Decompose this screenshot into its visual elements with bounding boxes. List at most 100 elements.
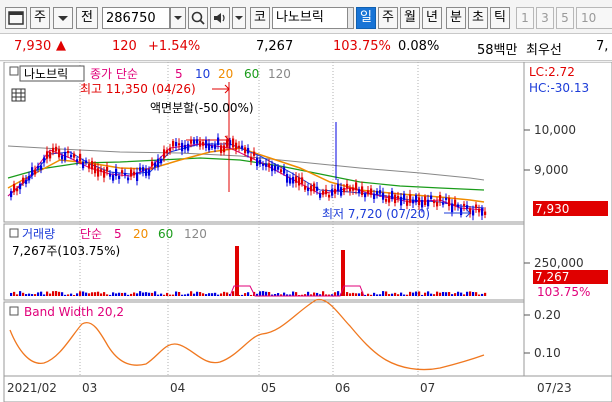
candle-body (310, 185, 313, 192)
candle-body (220, 145, 223, 153)
market-button[interactable]: 코 (250, 7, 270, 29)
panel-collapse-icon[interactable] (9, 306, 19, 316)
tab-minute[interactable]: 분 (446, 7, 466, 29)
volume-bar (475, 292, 478, 296)
candle-body (439, 195, 442, 202)
volume-bar (352, 292, 355, 296)
candle-body (172, 141, 175, 147)
sound-button[interactable] (210, 7, 230, 29)
volume-bar (484, 292, 487, 296)
candle-body (67, 150, 70, 154)
candle-body (349, 188, 352, 192)
candle-body (274, 165, 277, 171)
candle-body (232, 138, 235, 148)
volume-spike-bar (235, 246, 239, 296)
candle-body (181, 142, 184, 152)
candle-body (70, 154, 73, 158)
period-button[interactable]: 주 (30, 7, 50, 29)
price-tick-9000: 9,000 (534, 163, 568, 177)
tab-daily[interactable]: 일 (356, 7, 376, 29)
volume-bar (193, 293, 196, 296)
candle-body (478, 208, 481, 213)
volume-bar (232, 291, 235, 296)
price-tick-10000: 10,000 (534, 123, 576, 137)
volume-bar (334, 292, 337, 296)
volume-tick-250000: 250,000 (534, 256, 584, 270)
candle-body (373, 193, 376, 199)
candle-body (10, 191, 13, 198)
sound-dropdown-button[interactable] (232, 7, 246, 29)
search-button[interactable] (188, 7, 208, 29)
current-price-tag-text: 7,930 (535, 202, 569, 216)
panel-collapse-icon[interactable] (9, 66, 19, 76)
bandwidth-tick-020: 0.20 (534, 308, 561, 322)
volume-bar (403, 294, 406, 296)
volume-bar (43, 294, 46, 296)
minute-option-10[interactable]: 10 (576, 7, 612, 29)
minute-option-5[interactable]: 5 (556, 7, 574, 29)
volume-bar (220, 293, 223, 296)
volume-bar (205, 294, 208, 296)
volume-ma-label: 단순 (80, 227, 102, 241)
code-dropdown-button[interactable] (170, 7, 186, 29)
quote-row: 7,930 ▲ 120 +1.54% 7,267 103.75% 0.08% 5… (0, 34, 612, 61)
volume-bar (457, 291, 460, 296)
volume-bar (55, 291, 58, 296)
candle-body (202, 141, 205, 146)
tab-tick[interactable]: 틱 (490, 7, 510, 29)
tab-weekly[interactable]: 주 (378, 7, 398, 29)
volume-bar (40, 291, 43, 296)
volume-bar (376, 294, 379, 296)
volume-bar (49, 293, 52, 296)
chart-area[interactable]: 나노브릭 종가 단순 5 10 20 60 120 최고 11,350 (04/… (0, 61, 612, 402)
candle-body (295, 176, 298, 183)
volume-bar (142, 292, 145, 296)
volume-bar (187, 293, 190, 296)
tab-monthly[interactable]: 월 (400, 7, 420, 29)
stock-code-input[interactable] (102, 7, 170, 29)
candle-body (163, 149, 166, 159)
window-icon[interactable] (5, 7, 27, 29)
volume-bar (214, 292, 217, 296)
candle-body (463, 203, 466, 207)
candle-body (133, 171, 136, 176)
volume-bar (349, 293, 352, 296)
candle-body (196, 139, 199, 144)
candle-body (235, 142, 238, 150)
candle-body (106, 166, 109, 172)
candle-body (25, 179, 28, 184)
volume-bar (181, 294, 184, 296)
volume-bar (259, 291, 262, 296)
panel-collapse-icon[interactable] (9, 228, 19, 238)
tab-yearly[interactable]: 년 (422, 7, 442, 29)
candle-body (343, 187, 346, 193)
candle-body (280, 169, 283, 173)
stock-name-resize-handle[interactable] (348, 7, 354, 29)
minute-option-3[interactable]: 3 (536, 7, 554, 29)
candle-body (340, 187, 343, 196)
period-dropdown-button[interactable] (53, 7, 73, 29)
ma-period-20: 20 (218, 67, 233, 81)
volume-bar (154, 291, 157, 296)
volume-bar (481, 293, 484, 296)
candle-body (58, 149, 61, 158)
volume-bar (346, 292, 349, 296)
volume-bar (163, 294, 166, 296)
candle-body (319, 193, 322, 198)
candle-body (385, 198, 388, 202)
tab-second[interactable]: 초 (468, 7, 488, 29)
candle-body (253, 151, 256, 156)
volume-ma-60: 60 (158, 227, 173, 241)
volume-bar (460, 292, 463, 296)
candle-body (37, 165, 40, 169)
minute-option-1[interactable]: 1 (516, 7, 534, 29)
date-label-03: 03 (82, 381, 97, 395)
grid-icon[interactable] (11, 88, 26, 102)
volume-bar (373, 292, 376, 296)
volume-bar (25, 294, 28, 296)
candle-body (154, 162, 157, 168)
volume-bar (400, 292, 403, 296)
stock-name-field[interactable]: 나노브릭 (272, 7, 348, 29)
prev-button[interactable]: 전 (76, 7, 98, 29)
volume-bar (445, 292, 448, 296)
